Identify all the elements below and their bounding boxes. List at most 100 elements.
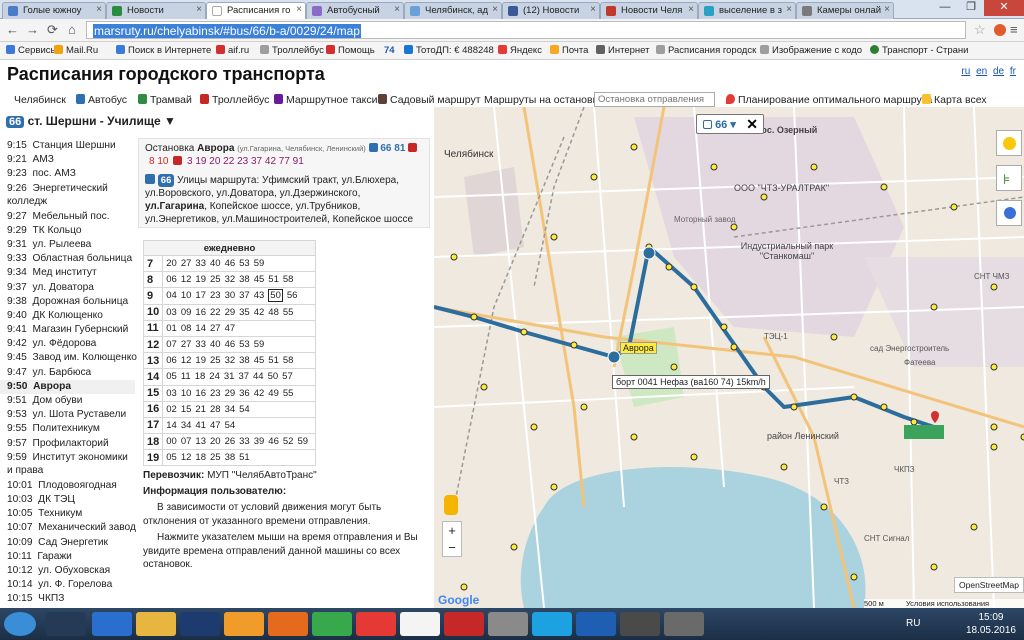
- departure-time[interactable]: 35: [239, 307, 250, 318]
- departure-time[interactable]: 10: [181, 388, 192, 399]
- taskbar-app-icon[interactable]: [46, 612, 86, 636]
- forward-icon[interactable]: →: [26, 23, 39, 37]
- word-icon[interactable]: [576, 612, 616, 636]
- departure-time[interactable]: 38: [239, 355, 250, 366]
- stop-item[interactable]: 9:57 Профилакторий: [0, 437, 135, 451]
- pegman-icon[interactable]: [444, 495, 458, 515]
- bookmark-trolley[interactable]: Троллейбус: [260, 45, 324, 56]
- departure-time[interactable]: 50: [268, 289, 283, 303]
- zoom-in-button[interactable]: +: [443, 522, 461, 539]
- stop-item[interactable]: 10:14 ул. Ф. Горелова: [0, 578, 135, 592]
- stop-item[interactable]: 9:42 ул. Фёдорова: [0, 337, 135, 351]
- departure-time[interactable]: 24: [209, 371, 220, 382]
- departure-time[interactable]: 10: [181, 290, 192, 301]
- departure-time[interactable]: 30: [225, 290, 236, 301]
- bookmark-yandex[interactable]: Яндекс: [498, 45, 542, 56]
- menu-icon[interactable]: ≡: [1010, 23, 1018, 37]
- start-button[interactable]: [4, 612, 36, 636]
- lang-ru[interactable]: ru: [961, 66, 970, 77]
- departure-time[interactable]: 58: [283, 355, 294, 366]
- route-header[interactable]: 66 ст. Шершни - Училище ▼: [6, 114, 176, 132]
- departure-time[interactable]: 33: [239, 436, 250, 447]
- app-icon[interactable]: [488, 612, 528, 636]
- departure-time[interactable]: 59: [254, 339, 265, 350]
- nav-bus[interactable]: Автобус: [76, 94, 127, 106]
- tab-2[interactable]: Новости ×: [106, 2, 206, 19]
- close-icon[interactable]: ✕: [746, 116, 758, 133]
- stop-item[interactable]: 9:21 АМЗ: [0, 153, 135, 167]
- departure-time[interactable]: 05: [166, 452, 177, 463]
- close-icon[interactable]: ×: [492, 4, 498, 15]
- close-icon[interactable]: ×: [786, 4, 792, 15]
- close-icon[interactable]: ×: [884, 4, 890, 15]
- stop-item[interactable]: 9:53 ул. Шота Руставели: [0, 408, 135, 422]
- route-layer-button[interactable]: ⊧: [996, 165, 1022, 191]
- bookmark-74[interactable]: 74: [384, 45, 395, 56]
- stop-item[interactable]: 10:15 ЧКПЗ: [0, 592, 135, 606]
- stop-item[interactable]: 9:47 ул. Барбюса: [0, 366, 135, 380]
- bookmark-image[interactable]: Изображение с кодо: [760, 45, 862, 56]
- mail-agent-icon[interactable]: [312, 612, 352, 636]
- departure-time[interactable]: 13: [195, 436, 206, 447]
- departure-time[interactable]: 38: [225, 452, 236, 463]
- departure-time[interactable]: 53: [239, 339, 250, 350]
- media-icon[interactable]: [224, 612, 264, 636]
- departure-time[interactable]: 56: [287, 290, 298, 301]
- departure-time[interactable]: 48: [268, 307, 279, 318]
- stop-item[interactable]: 9:33 Областная больница: [0, 252, 135, 266]
- departure-time[interactable]: 46: [225, 258, 236, 269]
- departure-time[interactable]: 40: [210, 339, 221, 350]
- photoshop-icon[interactable]: [180, 612, 220, 636]
- bookmark-mailru[interactable]: Mail.Ru: [54, 45, 98, 56]
- departure-time[interactable]: 49: [268, 388, 279, 399]
- departure-time[interactable]: 07: [166, 339, 177, 350]
- departure-time[interactable]: 22: [210, 307, 221, 318]
- minimize-button[interactable]: —: [932, 0, 958, 16]
- departure-time[interactable]: 43: [254, 290, 265, 301]
- departure-time[interactable]: 23: [210, 290, 221, 301]
- departure-time[interactable]: 15: [181, 404, 192, 415]
- tab-8[interactable]: выселение в з ×: [698, 2, 796, 19]
- nav-planning[interactable]: Планирование оптимального маршрута: [726, 94, 932, 106]
- close-icon[interactable]: ×: [296, 4, 302, 15]
- bookmark-internet[interactable]: Интернет: [596, 45, 649, 56]
- departure-time[interactable]: 20: [166, 258, 177, 269]
- departure-time[interactable]: 53: [239, 258, 250, 269]
- map-terms[interactable]: Условия использования: [906, 599, 989, 608]
- departure-time[interactable]: 06: [166, 355, 177, 366]
- stop-trolley-routes[interactable]: 3 19 20 22 23 37 42 77 91: [187, 156, 304, 167]
- tab-6[interactable]: (12) Новости ×: [502, 2, 600, 19]
- tab-7[interactable]: Новости Челя ×: [600, 2, 698, 19]
- yandex-icon[interactable]: [356, 612, 396, 636]
- extension-icon[interactable]: [994, 24, 1006, 36]
- close-icon[interactable]: ×: [96, 4, 102, 15]
- stop-item[interactable]: 9:40 ДК Колющенко: [0, 309, 135, 323]
- departure-time[interactable]: 28: [210, 404, 221, 415]
- firefox-icon[interactable]: [268, 612, 308, 636]
- stop-item[interactable]: 10:03 ДК ТЭЦ: [0, 493, 135, 507]
- stop-item[interactable]: 9:45 Завод им. Колющенко: [0, 351, 137, 365]
- departure-time[interactable]: 14: [166, 420, 177, 431]
- departure-time[interactable]: 38: [239, 274, 250, 285]
- departure-time[interactable]: 27: [210, 323, 221, 334]
- departure-time[interactable]: 33: [195, 339, 206, 350]
- departure-time[interactable]: 40: [210, 258, 221, 269]
- departure-time[interactable]: 42: [254, 388, 265, 399]
- tab-5[interactable]: Челябинск, ад ×: [404, 2, 502, 19]
- departure-time[interactable]: 51: [268, 274, 279, 285]
- departure-time[interactable]: 59: [297, 436, 308, 447]
- departure-time[interactable]: 11: [181, 371, 191, 382]
- departure-time[interactable]: 20: [210, 436, 221, 447]
- departure-time[interactable]: 17: [195, 290, 206, 301]
- departure-time[interactable]: 08: [181, 323, 192, 334]
- departure-time[interactable]: 58: [283, 274, 294, 285]
- departure-time[interactable]: 00: [166, 436, 177, 447]
- stop-item[interactable]: 10:01 Плодовоягодная: [0, 479, 135, 493]
- departure-time[interactable]: 26: [225, 436, 236, 447]
- departure-time[interactable]: 41: [195, 420, 206, 431]
- stop-tram-routes[interactable]: 8 10: [149, 156, 168, 167]
- close-icon[interactable]: ×: [394, 4, 400, 15]
- map-stop-tag[interactable]: Аврора: [620, 342, 657, 354]
- maximize-button[interactable]: ❐: [958, 0, 984, 16]
- tab-active[interactable]: Расписания го ×: [206, 2, 306, 20]
